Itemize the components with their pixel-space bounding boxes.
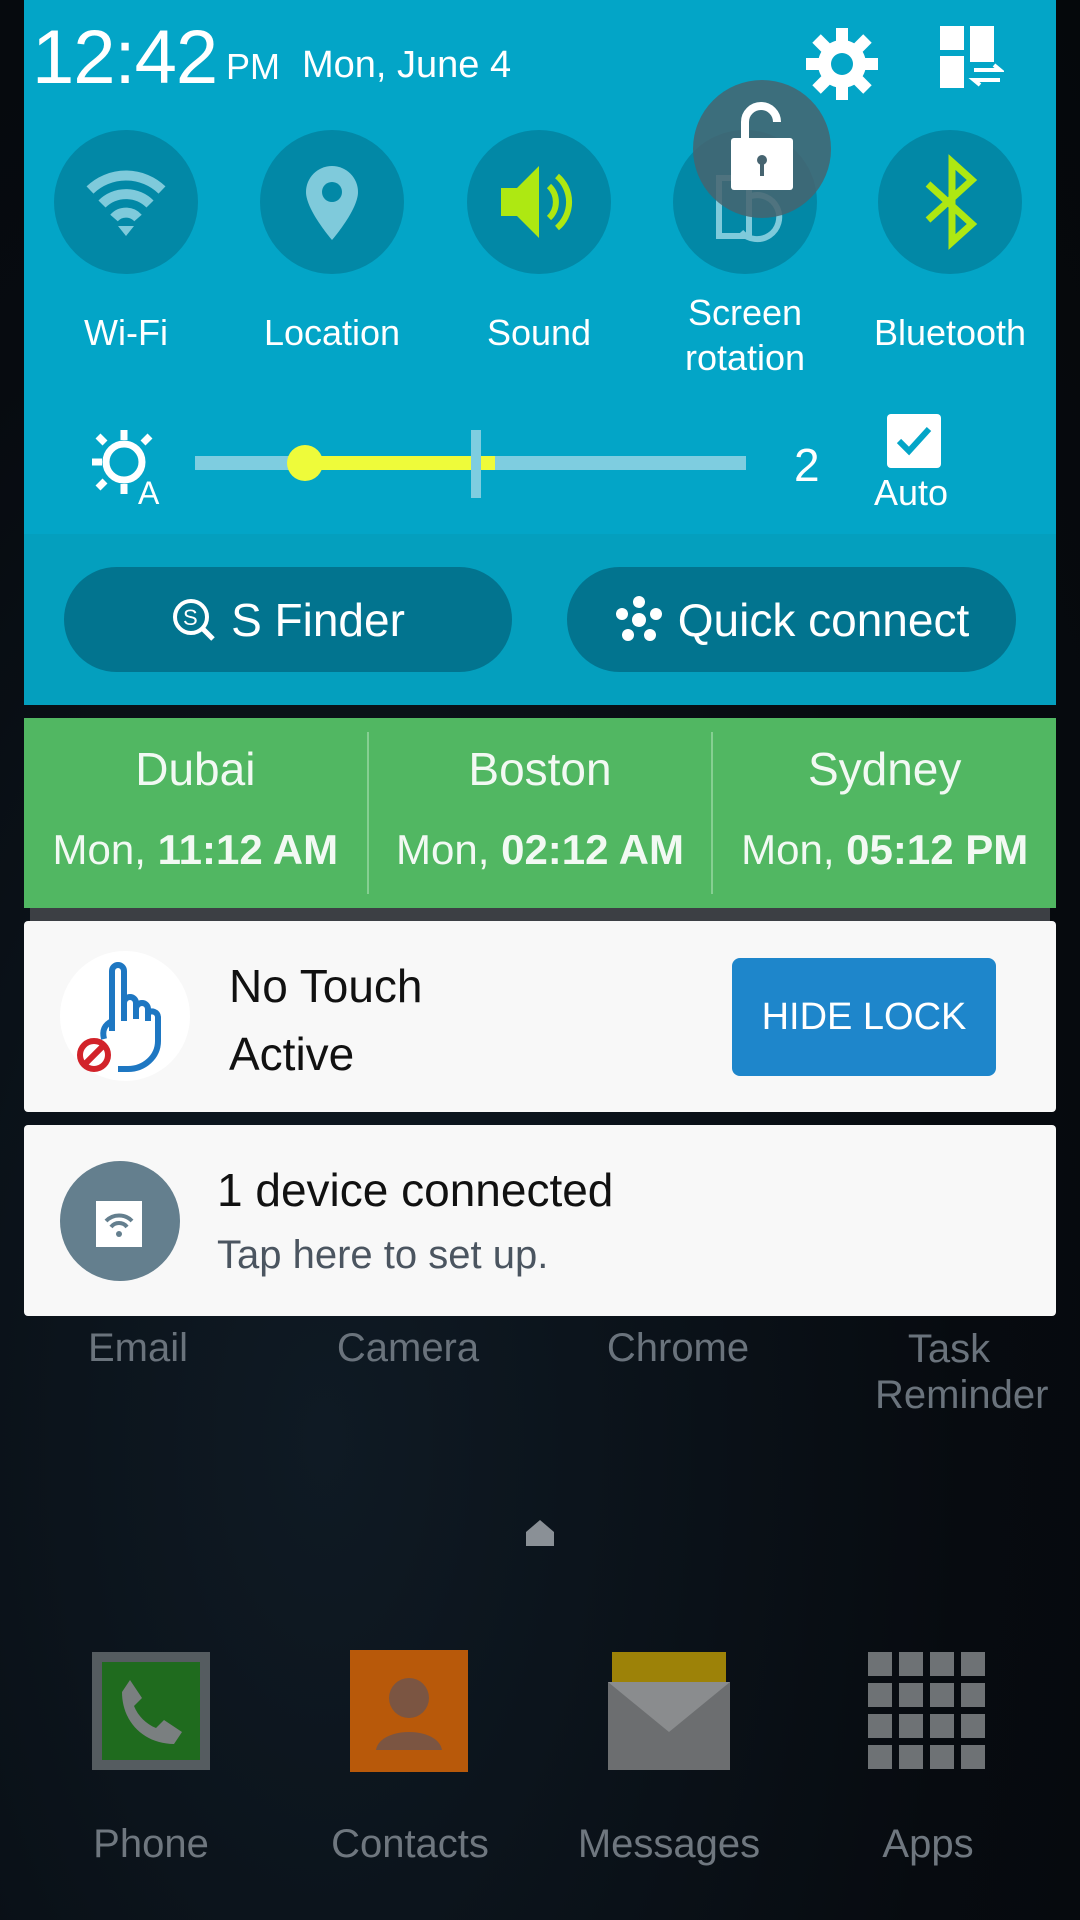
city-name: Sydney (807, 743, 962, 795)
world-clock-widget[interactable]: Dubai Mon, 11:12 AM Boston Mon, 02:12 AM S… (24, 718, 1056, 908)
auto-brightness-icon: A (92, 430, 160, 508)
s-finder-icon: S (173, 598, 215, 641)
tile-label-location: Location (263, 312, 401, 353)
city-name: Dubai (135, 743, 256, 795)
messages-app-icon[interactable] (608, 1652, 730, 1770)
tile-wifi[interactable] (54, 130, 198, 274)
home-app-task-reminder[interactable]: Task Reminder (829, 1326, 1069, 1418)
city-name: Boston (468, 743, 612, 795)
no-touch-app-icon (60, 951, 190, 1081)
notification-subtitle: Active (229, 1028, 355, 1080)
dock-label-phone: Phone (93, 1822, 209, 1866)
date: Mon, June 4 (302, 44, 512, 86)
clock-time: 12:42 (32, 15, 218, 100)
notification-title: No Touch (229, 960, 423, 1012)
home-app-camera[interactable]: Camera (288, 1326, 528, 1371)
notification-device-connected[interactable]: 1 device connected Tap here to set up. (24, 1125, 1056, 1316)
home-page-indicator-icon (526, 1520, 554, 1546)
tile-label-wifi: Wi-Fi (84, 312, 168, 353)
home-app-email[interactable]: Email (18, 1326, 258, 1371)
tile-bluetooth[interactable] (878, 130, 1022, 274)
auto-brightness-label: Auto (874, 472, 949, 513)
auto-brightness-checkbox[interactable] (887, 414, 941, 468)
tile-label-bluetooth: Bluetooth (873, 312, 1027, 353)
city-day: Mon, (52, 826, 158, 873)
s-finder-button[interactable]: S S Finder (64, 567, 512, 672)
world-clock-dubai: Dubai Mon, 11:12 AM (24, 732, 369, 894)
tile-label-screen-rotation: Screen rotation (684, 292, 806, 378)
city-day: Mon, (741, 826, 847, 873)
hide-lock-button[interactable]: HIDE LOCK (732, 958, 996, 1076)
edit-tiles-icon[interactable] (940, 26, 1004, 90)
collapsed-notification-edge (30, 908, 1050, 922)
notification-title: 1 device connected (217, 1164, 614, 1216)
apps-grid-icon[interactable] (868, 1652, 988, 1772)
speaker-icon (501, 166, 573, 238)
lock-overlay-button[interactable] (693, 80, 831, 218)
svg-text:S: S (183, 605, 198, 630)
contacts-app-icon[interactable] (350, 1650, 468, 1772)
notification-subtitle: Tap here to set up. (217, 1233, 549, 1277)
world-clock-boston: Boston Mon, 02:12 AM (369, 732, 714, 894)
city-time: 05:12 PM (846, 826, 1029, 873)
dock-label-apps: Apps (882, 1822, 974, 1866)
svg-text:A: A (138, 475, 160, 508)
tile-label-sound: Sound (486, 312, 592, 353)
brightness-value: 2 (794, 439, 820, 491)
quick-connect-label: Quick connect (677, 593, 970, 646)
brightness-auto-marker (471, 430, 481, 498)
location-pin-icon (306, 166, 358, 240)
city-time: 02:12 AM (501, 826, 684, 873)
world-clock-sydney: Sydney Mon, 05:12 PM (713, 732, 1056, 894)
clock-ampm: PM (226, 46, 280, 87)
phone-app-icon[interactable] (90, 1650, 212, 1772)
checkmark-icon (896, 426, 932, 456)
s-finder-label: S Finder (231, 593, 405, 646)
hand-blocked-icon (77, 962, 161, 1072)
notification-no-touch[interactable]: No Touch Active HIDE LOCK (24, 921, 1056, 1112)
city-time: 11:12 AM (157, 826, 339, 873)
home-app-chrome[interactable]: Chrome (558, 1326, 798, 1371)
quick-connect-icon (615, 595, 662, 641)
wifi-icon (86, 170, 166, 236)
wifi-screen-icon (96, 1201, 142, 1247)
brightness-slider-fill (305, 456, 495, 470)
brightness-slider-thumb[interactable] (287, 445, 324, 481)
tile-sound[interactable] (467, 130, 611, 274)
tile-location[interactable] (260, 130, 404, 274)
device-connected-app-icon (60, 1161, 180, 1281)
unlocked-padlock-icon (731, 102, 793, 190)
city-day: Mon, (396, 826, 502, 873)
quick-connect-button[interactable]: Quick connect (567, 567, 1016, 672)
dock-label-contacts: Contacts (331, 1822, 489, 1866)
bluetooth-icon (925, 154, 978, 250)
dock-label-messages: Messages (577, 1822, 761, 1866)
